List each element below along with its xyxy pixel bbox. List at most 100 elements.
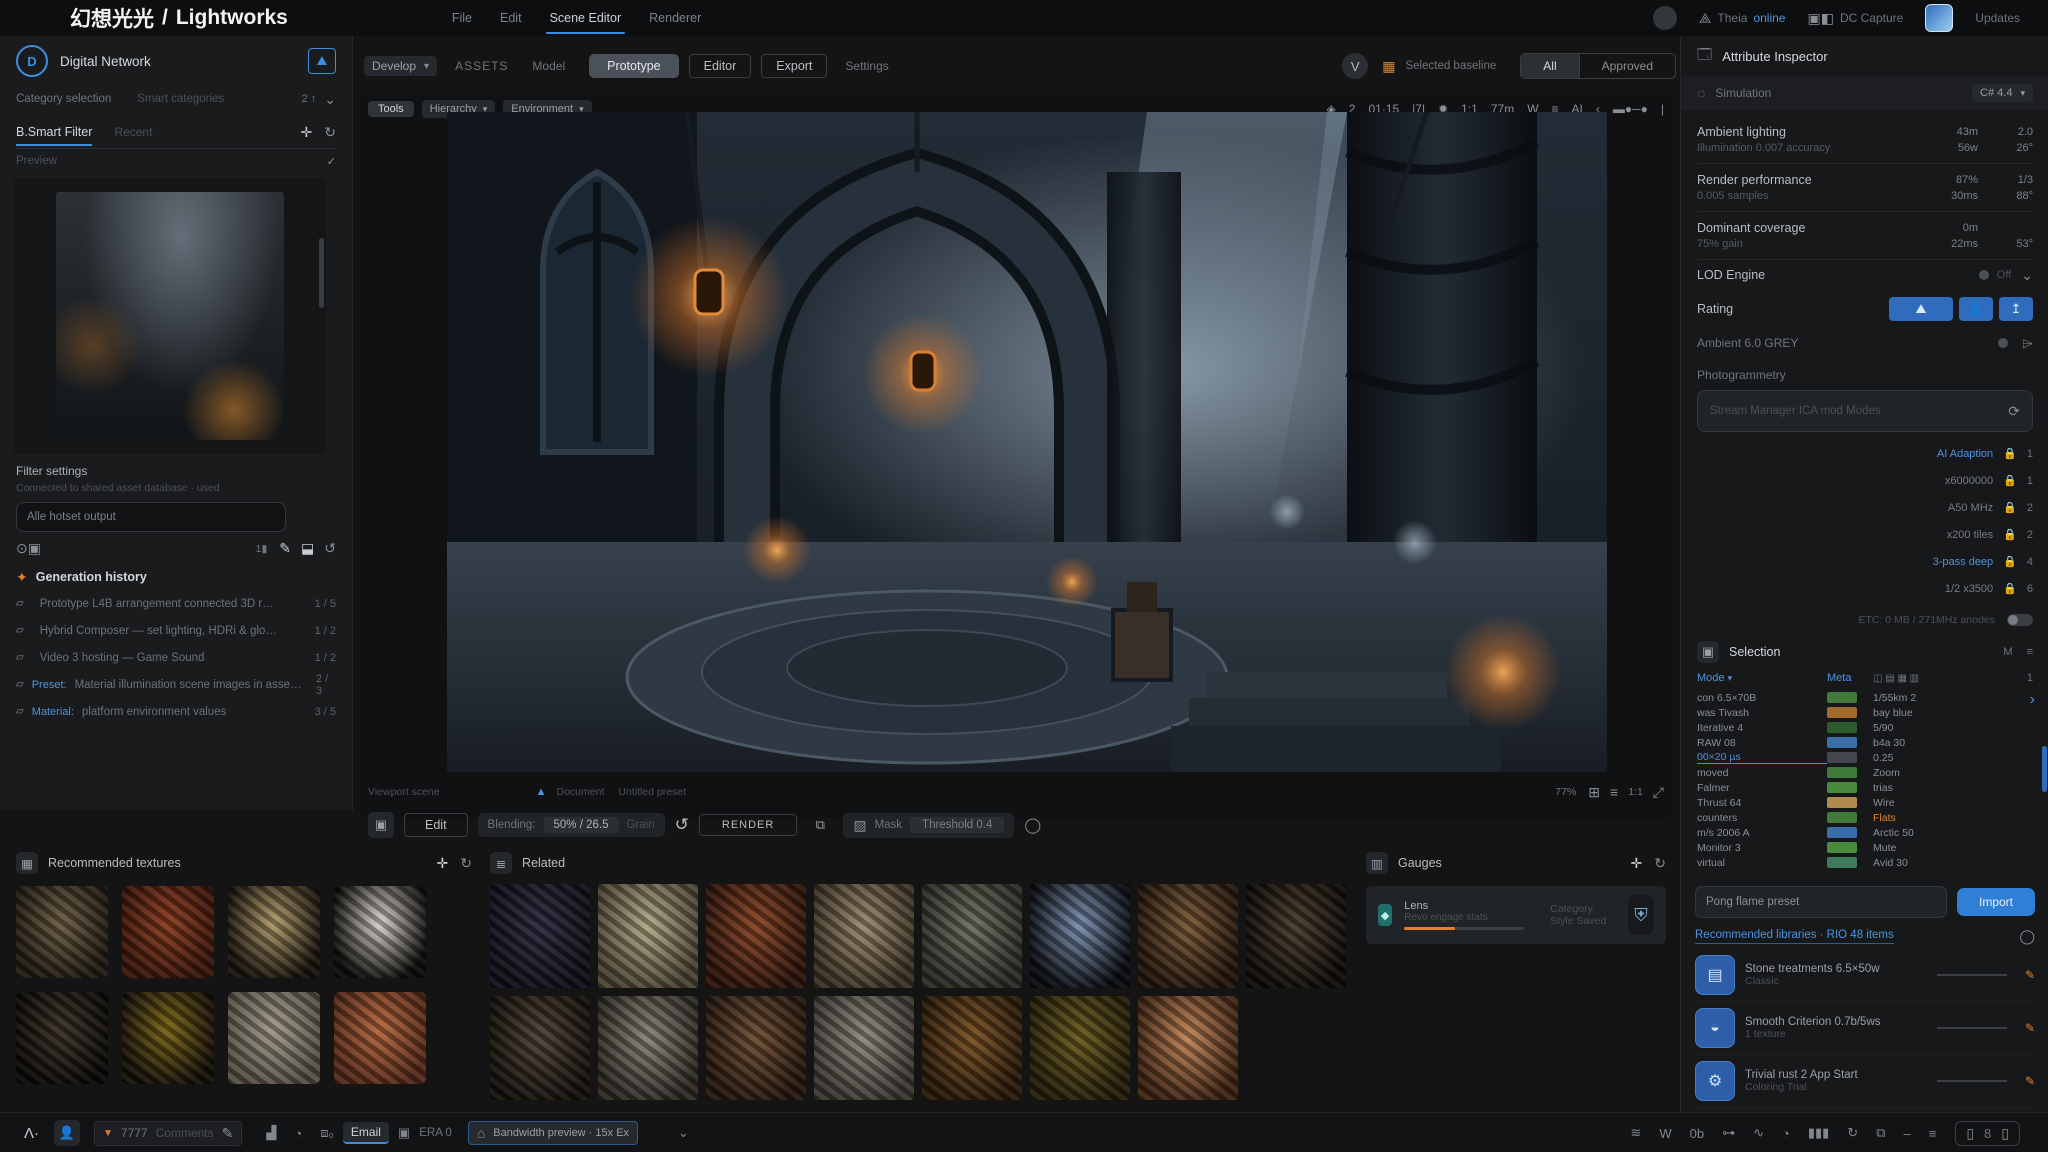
category-selection-label[interactable]: Category selection [16, 93, 111, 105]
texture-tile[interactable] [922, 996, 1022, 1100]
mini-row[interactable]: x200 tiles 🔒 2 [1697, 521, 2033, 548]
menu-item[interactable]: File [452, 11, 472, 25]
selection-row[interactable]: Monitor 3 Mute [1697, 840, 2033, 855]
target-icon[interactable]: ⊙▣ [16, 540, 41, 557]
list-view-icon[interactable]: ≡ [1610, 784, 1618, 800]
asset-search-input[interactable] [1695, 886, 1947, 918]
email-chip[interactable]: Email [343, 1122, 389, 1144]
history-item[interactable]: ▱ Video 3 hosting — Game Sound 1 / 2 [16, 644, 336, 671]
menu-item[interactable]: Scene Editor [550, 11, 622, 25]
refresh-gauges-icon[interactable]: ↻ [1654, 855, 1666, 872]
status-icon[interactable]: ≋ [1630, 1125, 1641, 1141]
asset-item[interactable]: ⚙ Trivial rust 2 App Start Coloring Tria… [1695, 1055, 2035, 1108]
expand-icon[interactable]: ⤢ [1653, 784, 1664, 801]
rating-mountain-button[interactable]: ⛰ [1889, 297, 1953, 321]
version-badge[interactable]: V [1342, 53, 1368, 79]
record-icon[interactable]: ◯ [1024, 816, 1041, 834]
pen-icon[interactable]: ✎ [279, 540, 291, 557]
history-item[interactable]: ▱ Preset: Material illumination scene im… [16, 671, 336, 698]
play-icon[interactable]: ▲ [536, 786, 547, 798]
lod-chevron-icon[interactable]: ⌄ [2021, 267, 2033, 284]
smart-categories-label[interactable]: Smart categories [137, 93, 224, 105]
font-tool-icon[interactable]: Λ· [24, 1125, 39, 1142]
selection-next-chevron[interactable]: › [2030, 691, 2035, 709]
mask-value[interactable]: Threshold 0.4 [910, 817, 1004, 833]
texture-tile[interactable] [490, 884, 590, 988]
texture-tile[interactable] [1030, 996, 1130, 1100]
preview-thumbnail[interactable] [56, 192, 284, 440]
status-icon[interactable]: ↻ [1847, 1125, 1858, 1141]
mini-row[interactable]: AI Adaption 🔒 1 [1697, 440, 2033, 467]
reset-icon[interactable]: ↺ [675, 815, 689, 835]
status-icon[interactable]: W [1659, 1126, 1671, 1141]
col-mode[interactable]: Mode ▾ [1697, 672, 1827, 684]
clock-icon[interactable]: ◔ [294, 1126, 302, 1141]
nav-assets[interactable]: ASSETS [455, 59, 508, 73]
history-refresh-icon[interactable]: ↺ [324, 540, 336, 557]
grid-orange-icon[interactable]: ▦ [1382, 58, 1395, 75]
bookmark-icon[interactable]: ⛰ [308, 48, 336, 74]
selection-row[interactable]: was Tivash bay blue [1697, 705, 2033, 720]
status-icon[interactable]: ∿ [1753, 1125, 1764, 1141]
mini-row[interactable]: x6000000 🔒 1 [1697, 467, 2033, 494]
texture-tile[interactable] [16, 886, 108, 978]
selection-row[interactable]: Thrust 64 Wire [1697, 795, 2033, 810]
nav-prototype-active[interactable]: Prototype [589, 54, 679, 78]
mini-row[interactable]: 1/2 x3500 🔒 6 [1697, 575, 2033, 602]
add-icon[interactable]: ✛ [301, 124, 313, 141]
menu-item[interactable]: Renderer [649, 11, 701, 25]
recommended-libraries-link[interactable]: Recommended libraries · RIO 48 items [1695, 929, 1894, 944]
status-icon[interactable]: ◔ [1782, 1126, 1790, 1141]
selection-scrollbar[interactable] [2042, 746, 2047, 792]
grey-expand-icon[interactable]: ⌲ [2022, 335, 2033, 352]
texture-tile[interactable] [814, 996, 914, 1100]
app-store-icon[interactable] [1925, 4, 1953, 32]
stream-refresh-icon[interactable]: ⟳ [2008, 403, 2020, 420]
selection-row[interactable]: Falmer trias [1697, 780, 2033, 795]
selection-row[interactable]: con 6.5×70B 1/55km 2 [1697, 690, 2033, 705]
render-button[interactable]: RENDER [699, 814, 797, 836]
refresh-textures-icon[interactable]: ↻ [460, 855, 472, 872]
add-texture-icon[interactable]: ✛ [437, 855, 449, 872]
texture-tile[interactable] [122, 992, 214, 1084]
col-meta[interactable]: Meta [1827, 672, 1873, 684]
check-icon[interactable]: ✓ [327, 155, 336, 168]
nav-settings[interactable]: Settings [845, 59, 888, 73]
chart-icon[interactable]: ▟ [266, 1125, 276, 1141]
viewport-tool-icon[interactable]: ▬●─● [1613, 102, 1648, 116]
sim-version-dropdown[interactable]: C# 4.4▾ [1972, 84, 2033, 102]
property-row[interactable]: Ambient lighting 43m 2.0 Illumination 0.… [1697, 116, 2033, 164]
blending-value[interactable]: 50% / 26.5 [544, 817, 619, 833]
status-icon[interactable]: ≡ [1929, 1126, 1937, 1141]
texture-tile[interactable] [1138, 884, 1238, 988]
libraries-circle-icon[interactable]: ◯ [2019, 928, 2035, 945]
zoom-fit[interactable]: 1:1 [1628, 786, 1643, 798]
frame-range-group[interactable]: ▯ 8 ▯ [1955, 1121, 2020, 1146]
user-avatar[interactable] [1653, 6, 1677, 30]
asset-item[interactable]: ◒ Smooth Criterion 0.7b/5ws 1 texture ✎ [1695, 1002, 2035, 1055]
status-icon[interactable]: 0b [1690, 1126, 1704, 1141]
user-tool-icon[interactable]: 👤 [54, 1120, 80, 1146]
asset-edit-icon[interactable]: ✎ [2025, 968, 2035, 982]
selection-row[interactable]: moved Zoom [1697, 765, 2033, 780]
comments-group[interactable]: ▼ 7777 Comments ✎ [94, 1121, 242, 1146]
texture-tile[interactable] [922, 884, 1022, 988]
tab-recent[interactable]: Recent [114, 125, 152, 139]
develop-dropdown[interactable]: Develop▾ [364, 56, 437, 76]
selection-m-button[interactable]: M [2003, 646, 2012, 658]
team-name[interactable]: Theia [1717, 11, 1747, 25]
asset-edit-icon[interactable]: ✎ [2025, 1021, 2035, 1035]
status-icon[interactable]: ▮▮▮ [1808, 1125, 1829, 1141]
preview-scrollbar[interactable] [319, 238, 324, 308]
texture-tile[interactable] [814, 884, 914, 988]
tab-smart-filter[interactable]: B.Smart Filter [16, 125, 92, 139]
zoom-value[interactable]: 77% [1555, 786, 1576, 798]
export-button[interactable]: Export [761, 54, 827, 78]
texture-tile[interactable] [228, 886, 320, 978]
status-icon[interactable]: ⧉ [1876, 1125, 1885, 1141]
texture-tile[interactable] [706, 996, 806, 1100]
viewport-tool-icon[interactable]: | [1661, 102, 1664, 116]
texture-tile[interactable] [706, 884, 806, 988]
doc-icon[interactable]: ▣ [368, 812, 394, 838]
texture-tile[interactable] [1030, 884, 1130, 988]
